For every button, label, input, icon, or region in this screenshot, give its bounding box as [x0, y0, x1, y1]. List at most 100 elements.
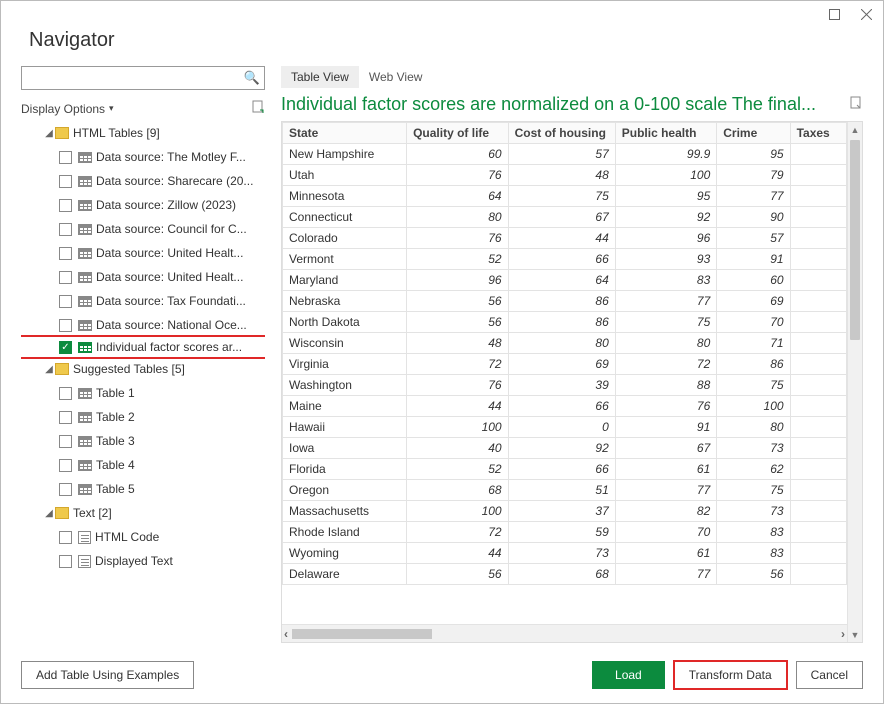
tab-table-view[interactable]: Table View — [281, 66, 359, 88]
table-row[interactable]: Massachusetts100378273 — [283, 501, 847, 522]
table-row[interactable]: Oregon68517775 — [283, 480, 847, 501]
table-row[interactable]: Minnesota64759577 — [283, 186, 847, 207]
table-row[interactable]: Washington76398875 — [283, 375, 847, 396]
checkbox[interactable] — [59, 247, 72, 260]
cell: 73 — [717, 438, 790, 459]
dialog-title: Navigator — [29, 29, 863, 52]
tree-item[interactable]: Table 1 — [21, 381, 265, 405]
table-row[interactable]: Rhode Island72597083 — [283, 522, 847, 543]
tree-item[interactable]: Table 2 — [21, 405, 265, 429]
vertical-scrollbar[interactable]: ▲ ▼ — [847, 122, 862, 642]
data-grid: StateQuality of lifeCost of housingPubli… — [281, 121, 863, 643]
cell: Hawaii — [283, 417, 407, 438]
table-row[interactable]: Nebraska56867769 — [283, 291, 847, 312]
table-icon — [78, 296, 92, 307]
cell: North Dakota — [283, 312, 407, 333]
checkbox[interactable] — [59, 319, 72, 332]
show-options-icon[interactable] — [849, 96, 863, 113]
tree-item[interactable]: Data source: Sharecare (20... — [21, 169, 265, 193]
cell: 57 — [717, 228, 790, 249]
display-options-dropdown[interactable]: Display Options ▾ — [21, 102, 114, 116]
cell: 100 — [407, 417, 509, 438]
column-header[interactable]: Public health — [615, 123, 717, 144]
cancel-button[interactable]: Cancel — [796, 661, 863, 689]
column-header[interactable]: Crime — [717, 123, 790, 144]
table-row[interactable]: Virginia72697286 — [283, 354, 847, 375]
tree-item[interactable]: Data source: United Healt... — [21, 265, 265, 289]
tree-group[interactable]: ◢Suggested Tables [5] — [21, 357, 265, 381]
cell: 92 — [615, 207, 717, 228]
column-header[interactable]: Taxes — [790, 123, 846, 144]
checkbox[interactable] — [59, 295, 72, 308]
table-row[interactable]: Utah764810079 — [283, 165, 847, 186]
column-header[interactable]: State — [283, 123, 407, 144]
checkbox[interactable] — [59, 459, 72, 472]
tree-group[interactable]: ◢Text [2] — [21, 501, 265, 525]
cell: 64 — [508, 270, 615, 291]
checkbox[interactable] — [59, 555, 72, 568]
load-button[interactable]: Load — [592, 661, 665, 689]
vscroll-thumb[interactable] — [850, 140, 860, 340]
checkbox[interactable] — [59, 199, 72, 212]
cell: 77 — [717, 186, 790, 207]
data-table[interactable]: StateQuality of lifeCost of housingPubli… — [282, 122, 847, 585]
table-row[interactable]: Wisconsin48808071 — [283, 333, 847, 354]
table-row[interactable]: Maine446676100 — [283, 396, 847, 417]
scroll-left-icon[interactable]: ‹ — [284, 627, 288, 641]
checkbox[interactable]: ✓ — [59, 341, 72, 354]
tree-item[interactable]: Data source: United Healt... — [21, 241, 265, 265]
table-row[interactable]: Iowa40926773 — [283, 438, 847, 459]
table-row[interactable]: Hawaii10009180 — [283, 417, 847, 438]
tree-item[interactable]: Table 5 — [21, 477, 265, 501]
tree-item[interactable]: Data source: The Motley F... — [21, 145, 265, 169]
refresh-icon[interactable] — [251, 100, 265, 117]
close-icon[interactable] — [853, 3, 879, 25]
scroll-up-icon[interactable]: ▲ — [848, 122, 862, 137]
cell: 66 — [508, 459, 615, 480]
scroll-right-icon[interactable]: › — [841, 627, 845, 641]
tree-group[interactable]: ◢HTML Tables [9] — [21, 121, 265, 145]
checkbox[interactable] — [59, 175, 72, 188]
table-row[interactable]: Delaware56687756 — [283, 564, 847, 585]
maximize-icon[interactable] — [821, 3, 847, 25]
add-table-examples-button[interactable]: Add Table Using Examples — [21, 661, 194, 689]
checkbox[interactable] — [59, 531, 72, 544]
search-box[interactable]: 🔍 — [21, 66, 265, 90]
cell: 67 — [508, 207, 615, 228]
table-row[interactable]: Wyoming44736183 — [283, 543, 847, 564]
cell: 79 — [717, 165, 790, 186]
checkbox[interactable] — [59, 271, 72, 284]
table-row[interactable]: Vermont52669391 — [283, 249, 847, 270]
checkbox[interactable] — [59, 483, 72, 496]
checkbox[interactable] — [59, 435, 72, 448]
table-row[interactable]: New Hampshire605799.995 — [283, 144, 847, 165]
checkbox[interactable] — [59, 411, 72, 424]
tree-item[interactable]: Displayed Text — [21, 549, 265, 573]
column-header[interactable]: Cost of housing — [508, 123, 615, 144]
table-row[interactable]: North Dakota56867570 — [283, 312, 847, 333]
tree-item[interactable]: Data source: Zillow (2023) — [21, 193, 265, 217]
tree-item[interactable]: Table 3 — [21, 429, 265, 453]
tab-web-view[interactable]: Web View — [359, 66, 433, 88]
table-row[interactable]: Florida52666162 — [283, 459, 847, 480]
search-icon[interactable]: 🔍 — [244, 70, 260, 86]
search-input[interactable] — [26, 69, 244, 87]
tree-item[interactable]: HTML Code — [21, 525, 265, 549]
hscroll-thumb[interactable] — [292, 629, 432, 639]
tree-item[interactable]: ✓Individual factor scores ar... — [21, 335, 265, 359]
cell: Iowa — [283, 438, 407, 459]
table-row[interactable]: Colorado76449657 — [283, 228, 847, 249]
transform-data-button[interactable]: Transform Data — [673, 660, 788, 690]
table-row[interactable]: Maryland96648360 — [283, 270, 847, 291]
table-row[interactable]: Connecticut80679290 — [283, 207, 847, 228]
tree-item[interactable]: Data source: Tax Foundati... — [21, 289, 265, 313]
horizontal-scrollbar[interactable]: ‹ › — [282, 624, 847, 642]
checkbox[interactable] — [59, 151, 72, 164]
tree-item[interactable]: Table 4 — [21, 453, 265, 477]
checkbox[interactable] — [59, 223, 72, 236]
column-header[interactable]: Quality of life — [407, 123, 509, 144]
checkbox[interactable] — [59, 387, 72, 400]
tree-item[interactable]: Data source: Council for C... — [21, 217, 265, 241]
scroll-down-icon[interactable]: ▼ — [848, 627, 862, 642]
tree-item[interactable]: Data source: National Oce... — [21, 313, 265, 337]
